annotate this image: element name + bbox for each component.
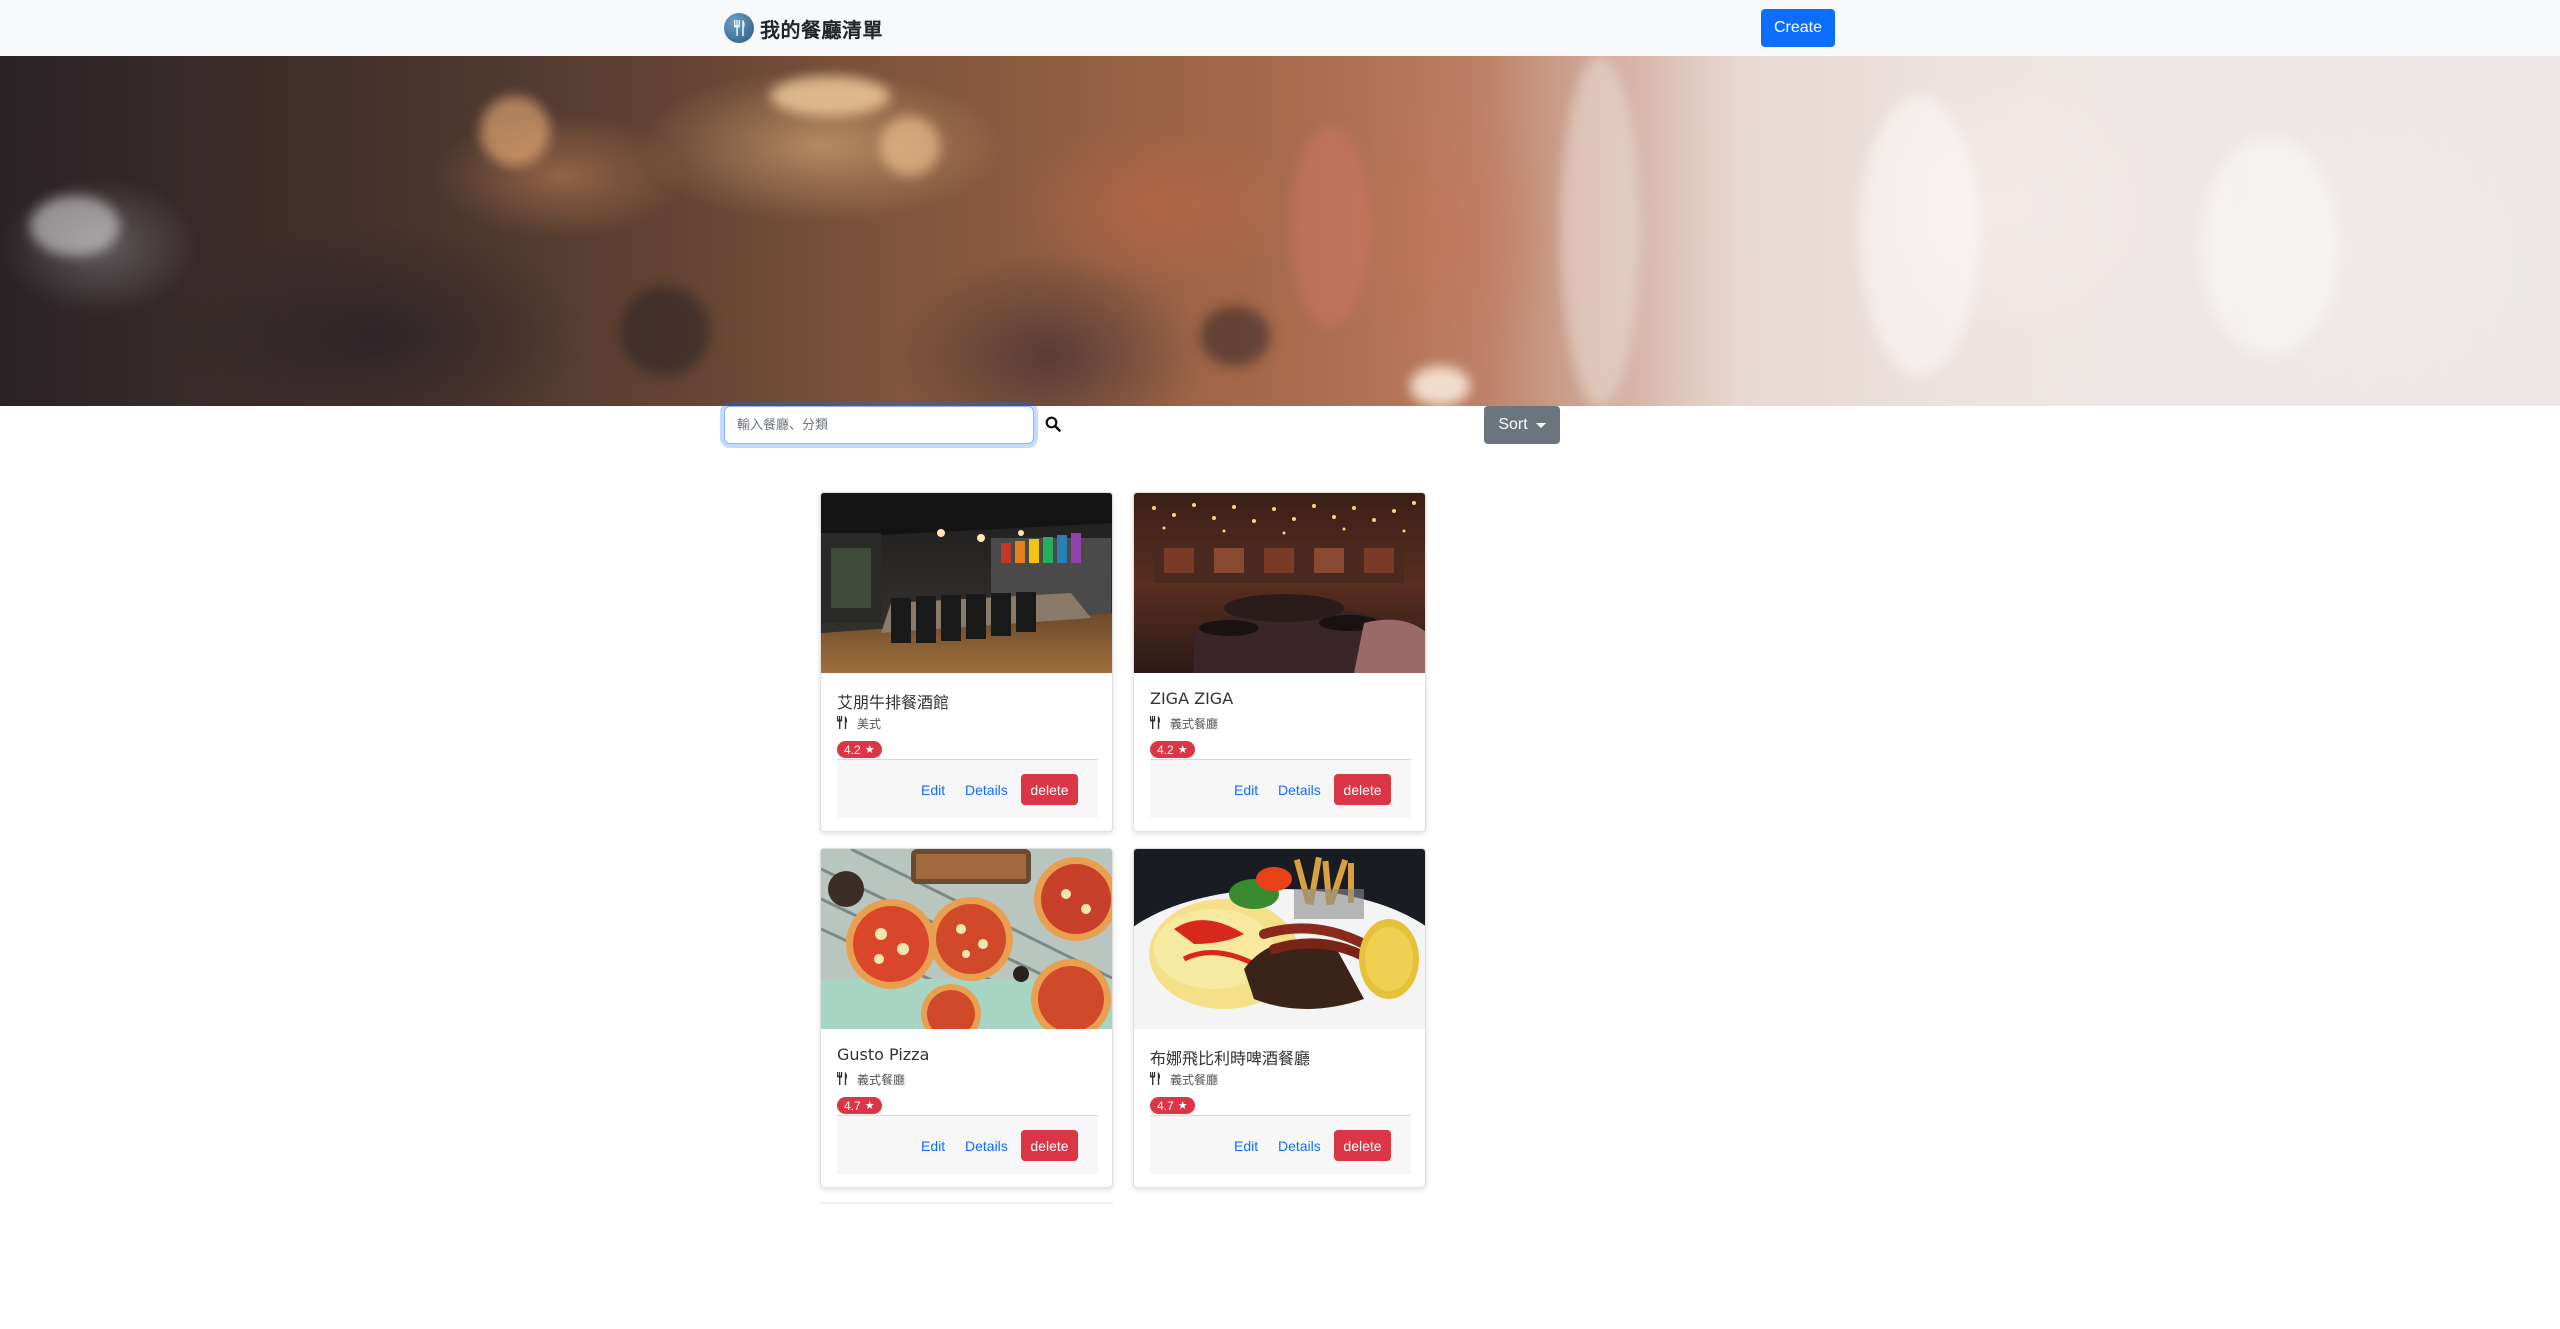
restaurant-name: 艾朋牛排餐酒館 — [837, 693, 950, 712]
restaurant-name: 布娜飛比利時啤酒餐廳 — [1150, 1049, 1311, 1068]
navbar: 我的餐廳清單 Create — [0, 0, 2560, 56]
edit-button[interactable]: Edit — [1234, 774, 1258, 805]
utensils-logo-icon — [724, 13, 754, 43]
utensils-icon — [1150, 715, 1161, 732]
restaurant-card[interactable]: 艾朋牛排餐酒館 美式 4.2 ★ Edit Details delete — [820, 492, 1113, 832]
restaurant-category: 義式餐廳 — [837, 1071, 905, 1088]
sort-label: Sort — [1498, 416, 1528, 433]
utensils-icon — [1150, 1071, 1161, 1088]
hero-banner — [0, 56, 2560, 406]
restaurant-category: 義式餐廳 — [1150, 715, 1218, 732]
search-input[interactable] — [724, 406, 1034, 444]
restaurant-image[interactable] — [1134, 849, 1425, 1029]
rating-badge: 4.2 ★ — [837, 741, 882, 758]
restaurant-category: 美式 — [837, 715, 881, 732]
card-footer: Edit Details delete — [1150, 1115, 1411, 1174]
create-button[interactable]: Create — [1761, 9, 1835, 47]
rating-value: 4.2 — [1157, 742, 1174, 757]
restaurant-card[interactable]: 布娜飛比利時啤酒餐廳 義式餐廳 4.7 ★ Edit Details delet… — [1133, 848, 1426, 1188]
rating-value: 4.7 — [1157, 1098, 1174, 1113]
edit-button[interactable]: Edit — [921, 774, 945, 805]
edit-button[interactable]: Edit — [1234, 1130, 1258, 1161]
utensils-icon — [837, 715, 848, 732]
details-button[interactable]: Details — [1278, 1130, 1321, 1161]
rating-badge: 4.7 ★ — [837, 1097, 882, 1114]
delete-button[interactable]: delete — [1021, 774, 1078, 805]
restaurant-image[interactable] — [821, 493, 1112, 673]
divider — [820, 1202, 1113, 1204]
star-icon: ★ — [1177, 1100, 1188, 1112]
sort-dropdown-button[interactable]: Sort — [1484, 406, 1560, 444]
restaurant-category: 義式餐廳 — [1150, 1071, 1218, 1088]
restaurant-card[interactable]: ZIGA ZIGA 義式餐廳 4.2 ★ Edit Details delete — [1133, 492, 1426, 832]
details-button[interactable]: Details — [1278, 774, 1321, 805]
star-icon: ★ — [864, 744, 875, 756]
restaurant-card[interactable]: Gusto Pizza 義式餐廳 4.7 ★ Edit Details dele… — [820, 848, 1113, 1188]
search-icon — [1045, 416, 1061, 435]
card-footer: Edit Details delete — [1150, 759, 1411, 818]
restaurant-image[interactable] — [821, 849, 1112, 1029]
category-label: 美式 — [857, 717, 882, 731]
star-icon: ★ — [864, 1100, 875, 1112]
category-label: 義式餐廳 — [1170, 717, 1219, 731]
category-label: 義式餐廳 — [857, 1073, 906, 1087]
search-button[interactable] — [1040, 412, 1066, 438]
brand-link[interactable]: 我的餐廳清單 — [724, 13, 883, 43]
details-button[interactable]: Details — [965, 774, 1008, 805]
delete-button[interactable]: delete — [1021, 1130, 1078, 1161]
delete-button[interactable]: delete — [1334, 1130, 1391, 1161]
rating-value: 4.2 — [844, 742, 861, 757]
rating-value: 4.7 — [844, 1098, 861, 1113]
delete-button[interactable]: delete — [1334, 774, 1391, 805]
restaurant-image[interactable] — [1134, 493, 1425, 673]
edit-button[interactable]: Edit — [921, 1130, 945, 1161]
rating-badge: 4.2 ★ — [1150, 741, 1195, 758]
caret-down-icon — [1535, 422, 1546, 428]
details-button[interactable]: Details — [965, 1130, 1008, 1161]
brand-title: 我的餐廳清單 — [760, 17, 883, 42]
category-label: 義式餐廳 — [1170, 1073, 1219, 1087]
restaurant-name: Gusto Pizza — [837, 1045, 930, 1064]
star-icon: ★ — [1177, 744, 1188, 756]
card-footer: Edit Details delete — [837, 759, 1098, 818]
rating-badge: 4.7 ★ — [1150, 1097, 1195, 1114]
restaurant-name: ZIGA ZIGA — [1150, 689, 1234, 708]
utensils-icon — [837, 1071, 848, 1088]
card-footer: Edit Details delete — [837, 1115, 1098, 1174]
